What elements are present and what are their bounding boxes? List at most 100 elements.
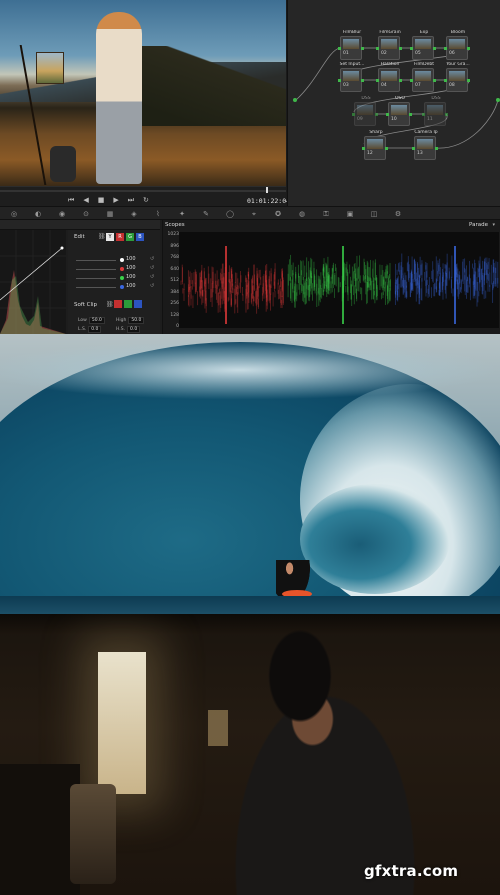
- primaries-icon[interactable]: ◉: [58, 210, 66, 218]
- hs-value[interactable]: 0.0: [127, 326, 141, 333]
- blur-icon[interactable]: ◍: [298, 210, 306, 218]
- node-input-pin[interactable]: [376, 79, 379, 82]
- high-field[interactable]: High 50.0: [116, 317, 145, 324]
- settings-icon[interactable]: ⚙: [394, 210, 402, 218]
- high-value[interactable]: 50.0: [128, 317, 145, 324]
- channel-y-button[interactable]: Y: [106, 233, 114, 241]
- channel-r-button[interactable]: R: [116, 233, 124, 241]
- node-output-pin[interactable]: [399, 79, 402, 82]
- playhead[interactable]: [265, 187, 268, 193]
- stop-icon[interactable]: ■: [98, 197, 105, 204]
- node-input-pin[interactable]: [444, 79, 447, 82]
- node-output-pin[interactable]: [433, 47, 436, 50]
- node-input-pin[interactable]: [444, 47, 447, 50]
- reset-icon[interactable]: ↺: [150, 256, 154, 262]
- node-input-pin[interactable]: [338, 79, 341, 82]
- node-02[interactable]: FilmGrain 02: [376, 30, 402, 60]
- color-warper-icon[interactable]: ✦: [178, 210, 186, 218]
- low-value[interactable]: 50.0: [88, 317, 105, 324]
- edit-slider-row[interactable]: 100 ↺: [76, 283, 160, 291]
- slider-track[interactable]: [76, 260, 116, 261]
- node-09[interactable]: DSS 09: [352, 96, 378, 126]
- node-input-pin[interactable]: [338, 47, 341, 50]
- tracker-icon[interactable]: ⌖: [250, 210, 258, 218]
- qualifier-icon[interactable]: ✎: [202, 210, 210, 218]
- curves-icon[interactable]: ⌇: [154, 210, 162, 218]
- node-07[interactable]: FilmDebt 07: [410, 62, 436, 92]
- node-03[interactable]: Set Input... 03: [338, 62, 364, 92]
- window-icon[interactable]: ◯: [226, 210, 234, 218]
- reset-icon[interactable]: ↺: [150, 274, 154, 280]
- node-input-pin[interactable]: [422, 113, 425, 116]
- node-output-pin[interactable]: [445, 113, 448, 116]
- slider-track[interactable]: [76, 287, 116, 288]
- loop-icon[interactable]: ↻: [143, 197, 149, 204]
- ls-value[interactable]: 0.0: [88, 326, 102, 333]
- key-icon[interactable]: ⚿: [322, 210, 330, 218]
- play-reverse-icon[interactable]: ◀: [83, 197, 88, 204]
- node-04[interactable]: Halation 04: [376, 62, 402, 92]
- node-input-dot[interactable]: [293, 98, 297, 102]
- node-input-pin[interactable]: [362, 147, 365, 150]
- low-field[interactable]: Low 50.0: [78, 317, 105, 324]
- node-13[interactable]: Camera Ip 13: [412, 130, 438, 160]
- node-output-pin[interactable]: [433, 79, 436, 82]
- node-output-dot[interactable]: [496, 98, 500, 102]
- node-output-pin[interactable]: [409, 113, 412, 116]
- go-to-last-icon[interactable]: ⏭: [128, 197, 134, 204]
- curves-graph[interactable]: [0, 230, 66, 334]
- soft-clip-b-button[interactable]: [134, 300, 142, 308]
- reset-icon[interactable]: ↺: [150, 283, 154, 289]
- node-input-pin[interactable]: [410, 79, 413, 82]
- node-input-pin[interactable]: [412, 147, 415, 150]
- slider-value[interactable]: 100: [126, 256, 136, 262]
- sizing-icon[interactable]: ▣: [346, 210, 354, 218]
- scrubber-track[interactable]: [0, 190, 286, 192]
- chevron-down-icon[interactable]: ▾: [492, 222, 495, 228]
- node-11[interactable]: DSS 11: [422, 96, 448, 126]
- slider-track[interactable]: [76, 269, 116, 270]
- slider-value[interactable]: 100: [126, 283, 136, 289]
- node-output-pin[interactable]: [385, 147, 388, 150]
- slider-value[interactable]: 100: [126, 274, 136, 280]
- node-output-pin[interactable]: [361, 79, 364, 82]
- node-input-pin[interactable]: [386, 113, 389, 116]
- slider-track[interactable]: [76, 278, 116, 279]
- soft-clip-g-button[interactable]: [124, 300, 132, 308]
- soft-clip-link-icon[interactable]: ⛓: [106, 301, 114, 308]
- edit-slider-row[interactable]: 100 ↺: [76, 265, 160, 273]
- play-icon[interactable]: ▶: [113, 197, 118, 204]
- hs-field[interactable]: H.S. 0.0: [116, 326, 141, 333]
- node-output-pin[interactable]: [361, 47, 364, 50]
- node-06[interactable]: Bloom 06: [444, 30, 470, 60]
- rgb-mixer-icon[interactable]: ▦: [106, 210, 114, 218]
- node-output-pin[interactable]: [399, 47, 402, 50]
- node-10[interactable]: OSO 10: [386, 96, 412, 126]
- magic-mask-icon[interactable]: ✪: [274, 210, 282, 218]
- slider-value[interactable]: 100: [126, 265, 136, 271]
- node-12[interactable]: Sharp 12: [362, 130, 388, 160]
- color-match-icon[interactable]: ◐: [34, 210, 42, 218]
- node-output-pin[interactable]: [467, 47, 470, 50]
- ls-field[interactable]: L.S. 0.0: [78, 326, 102, 333]
- camera-raw-icon[interactable]: ◎: [10, 210, 18, 218]
- node-08[interactable]: Your Gra... 08: [444, 62, 470, 92]
- clip-viewer[interactable]: [0, 0, 286, 186]
- reset-icon[interactable]: ↺: [150, 265, 154, 271]
- scope-mode-select[interactable]: Parade: [469, 222, 488, 228]
- edit-slider-row[interactable]: 100 ↺: [76, 274, 160, 282]
- channel-b-button[interactable]: B: [136, 233, 144, 241]
- node-05[interactable]: Exp 05: [410, 30, 436, 60]
- link-icon[interactable]: ⛓: [98, 233, 106, 240]
- node-input-pin[interactable]: [410, 47, 413, 50]
- node-01[interactable]: FilmBlur 01: [338, 30, 364, 60]
- node-input-pin[interactable]: [376, 47, 379, 50]
- node-input-pin[interactable]: [352, 113, 355, 116]
- motion-effects-icon[interactable]: ◈: [130, 210, 138, 218]
- curves-editor[interactable]: [0, 230, 66, 334]
- go-to-first-icon[interactable]: ⏮: [68, 197, 74, 204]
- node-graph[interactable]: FilmBlur 01 FilmGrain 02 Exp 05 Bloom 06 Set Inp…: [287, 0, 500, 206]
- node-output-pin[interactable]: [435, 147, 438, 150]
- node-output-pin[interactable]: [375, 113, 378, 116]
- node-output-pin[interactable]: [467, 79, 470, 82]
